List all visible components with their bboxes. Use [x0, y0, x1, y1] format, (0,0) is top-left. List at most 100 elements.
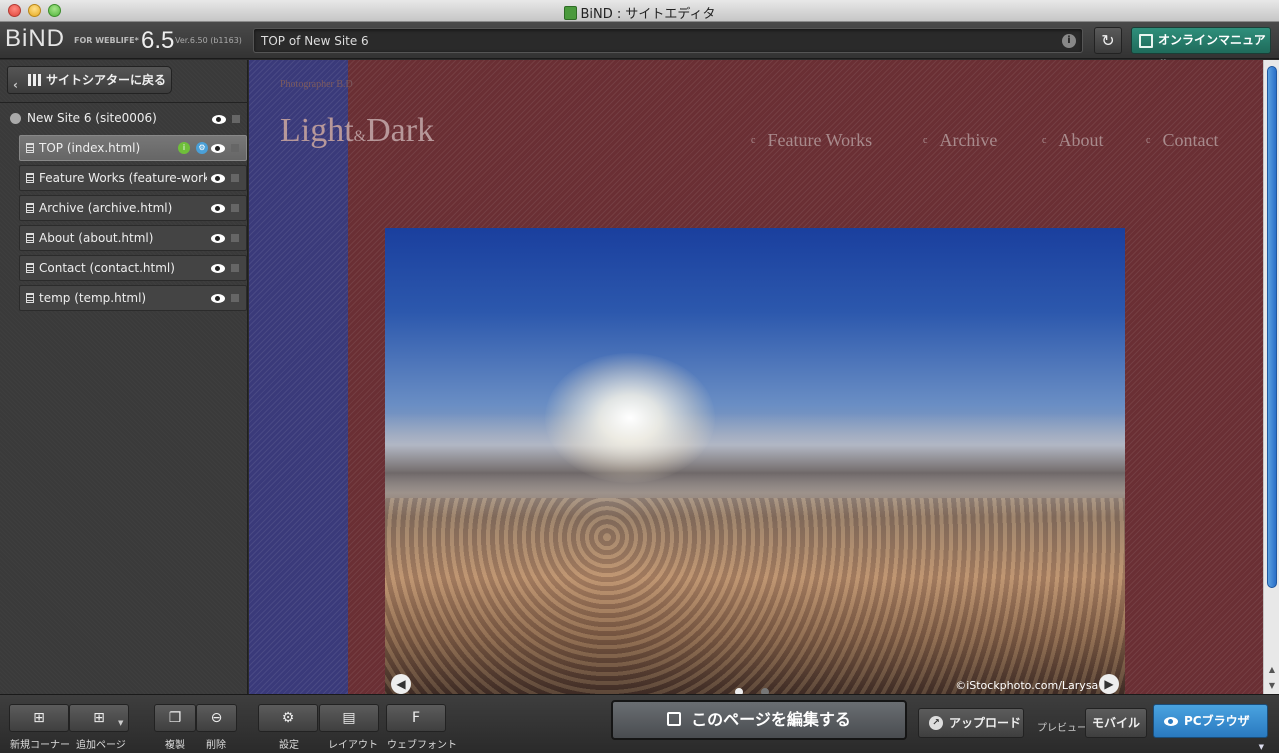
new-corner-label: 新規コーナー — [10, 740, 70, 751]
site-tree-root[interactable]: New Site 6 (site0006) — [0, 108, 248, 130]
nav-bullet-icon: c — [923, 135, 928, 146]
eye-icon[interactable] — [211, 234, 225, 243]
brand-light: Light — [280, 112, 354, 149]
page-item-feature-works[interactable]: Feature Works (feature-works.html) — [19, 165, 247, 191]
info-icon[interactable]: i — [1062, 34, 1076, 48]
webfont-label: ウェブフォント — [387, 740, 457, 751]
page-address-text: TOP of New Site 6 — [261, 34, 369, 48]
back-to-site-theater-button[interactable]: ‹ サイトシアターに戻る — [7, 66, 172, 94]
duplicate-button[interactable]: ❐ — [154, 704, 196, 732]
eye-icon[interactable] — [211, 264, 225, 273]
page-icon — [26, 143, 34, 153]
online-manual-button[interactable]: オンラインマニュアル — [1131, 27, 1271, 72]
top-toolbar: BiND FOR WEBLIFE* 6.5 Ver.6.50 (b1163) T… — [0, 22, 1279, 72]
page-address-field[interactable]: TOP of New Site 6 i — [253, 28, 1083, 53]
refresh-icon: ↻ — [1101, 31, 1115, 50]
nav-label: About — [1058, 130, 1104, 150]
page-label: Archive (archive.html) — [39, 201, 173, 215]
new-corner-button[interactable]: ⊞ — [9, 704, 69, 732]
sidebar-divider — [0, 102, 248, 103]
nav-about[interactable]: c About — [1042, 130, 1103, 151]
upload-icon: ↗ — [929, 716, 943, 730]
site-label: New Site 6 (site0006) — [27, 111, 157, 125]
duplicate-icon: ❐ — [168, 710, 182, 726]
add-page-dropdown-icon[interactable]: ▼ — [118, 719, 130, 731]
page-item-archive[interactable]: Archive (archive.html) — [19, 195, 247, 221]
window-title: BiND : サイトエディタ — [0, 3, 1279, 22]
page-label: temp (temp.html) — [39, 291, 147, 305]
logo-subtitle: FOR WEBLIFE* — [74, 36, 139, 45]
side-stripe — [249, 60, 348, 694]
book-icon — [1139, 34, 1153, 48]
refresh-button[interactable]: ↻ — [1094, 27, 1122, 54]
scroll-up-icon[interactable]: ▲ — [1267, 666, 1277, 674]
page-item-temp[interactable]: temp (temp.html) — [19, 285, 247, 311]
nav-bullet-icon: c — [751, 135, 756, 146]
page-preview[interactable]: Photographer B.D Light&Dark c Feature Wor… — [249, 60, 1263, 694]
hero-slideshow[interactable]: ©iStockphoto.com/Larysa Do ◀ ▶ — [385, 228, 1125, 694]
slide-prev-button[interactable]: ◀ — [391, 674, 411, 694]
bind-logo: BiND — [5, 25, 66, 52]
site-dot-icon — [10, 113, 21, 124]
scrollbar-thumb[interactable] — [1267, 66, 1277, 588]
edit-this-page-button[interactable]: このページを編集する — [611, 700, 907, 740]
chevron-down-icon[interactable]: ▼ — [1259, 731, 1264, 753]
layout-button[interactable]: ▤ — [319, 704, 379, 732]
page-item-contact[interactable]: Contact (contact.html) — [19, 255, 247, 281]
page-item-about[interactable]: About (about.html) — [19, 225, 247, 251]
page-item-top[interactable]: TOP (index.html) i ⚙ — [19, 135, 247, 161]
duplicate-label: 複製 — [165, 740, 185, 751]
page-icon — [26, 173, 34, 183]
nav-feature-works[interactable]: c Feature Works — [751, 130, 872, 151]
nav-label: Archive — [939, 130, 998, 150]
new-corner-icon: ⊞ — [33, 710, 45, 726]
page-icon — [26, 203, 34, 213]
pc-browser-preview-button[interactable]: PCブラウザ ▼ — [1153, 704, 1268, 751]
upload-label: アップロード — [949, 716, 1022, 730]
scroll-down-icon[interactable]: ▼ — [1267, 682, 1277, 690]
mobile-preview-button[interactable]: モバイル — [1085, 708, 1147, 738]
brand-amp: & — [353, 128, 367, 145]
build-version: Ver.6.50 (b1163) — [175, 36, 242, 45]
delete-icon: ⊖ — [210, 710, 223, 726]
lock-toggle[interactable] — [231, 144, 239, 152]
eye-icon[interactable] — [211, 174, 225, 183]
info-badge-icon: i — [178, 142, 190, 154]
slide-next-button[interactable]: ▶ — [1099, 674, 1119, 694]
lock-toggle[interactable] — [231, 264, 239, 272]
nav-label: Contact — [1162, 130, 1219, 150]
preview-scrollbar[interactable]: ▲ ▼ — [1263, 60, 1279, 694]
site-sidebar: ‹ サイトシアターに戻る New Site 6 (site0006) TOP (… — [0, 60, 248, 694]
lock-toggle[interactable] — [231, 234, 239, 242]
brand-dark: Dark — [366, 112, 435, 149]
eye-icon[interactable] — [211, 144, 225, 153]
eye-icon — [1164, 717, 1178, 726]
delete-button[interactable]: ⊖ — [196, 704, 237, 732]
hero-horizon — [385, 413, 1125, 493]
settings-button[interactable]: ⚙ — [258, 704, 318, 732]
site-brand[interactable]: Light&Dark — [280, 112, 434, 150]
title-bar: BiND : サイトエディタ — [0, 0, 1279, 22]
photographer-tagline: Photographer B.D — [280, 79, 353, 90]
font-icon: F — [411, 710, 421, 726]
pencil-icon — [667, 712, 682, 726]
add-page-label: 追加ページ — [76, 740, 126, 751]
eye-icon[interactable] — [212, 115, 226, 124]
settings-badge-icon: ⚙ — [196, 142, 208, 154]
lock-toggle[interactable] — [232, 115, 240, 123]
preview-label: プレビュー — [1037, 723, 1087, 734]
eye-icon[interactable] — [211, 204, 225, 213]
add-page-icon: ⊞ — [93, 710, 105, 726]
upload-button[interactable]: ↗ アップロード — [918, 708, 1024, 738]
page-label: Feature Works (feature-works.html) — [39, 171, 207, 185]
lock-toggle[interactable] — [231, 294, 239, 302]
nav-contact[interactable]: c Contact — [1146, 130, 1218, 151]
nav-archive[interactable]: c Archive — [923, 130, 997, 151]
lock-toggle[interactable] — [231, 204, 239, 212]
pc-browser-label: PCブラウザ — [1184, 714, 1250, 728]
webfont-button[interactable]: F — [386, 704, 446, 732]
hero-sun — [545, 353, 715, 483]
lock-toggle[interactable] — [231, 174, 239, 182]
eye-icon[interactable] — [211, 294, 225, 303]
bind-app-icon — [563, 6, 577, 20]
